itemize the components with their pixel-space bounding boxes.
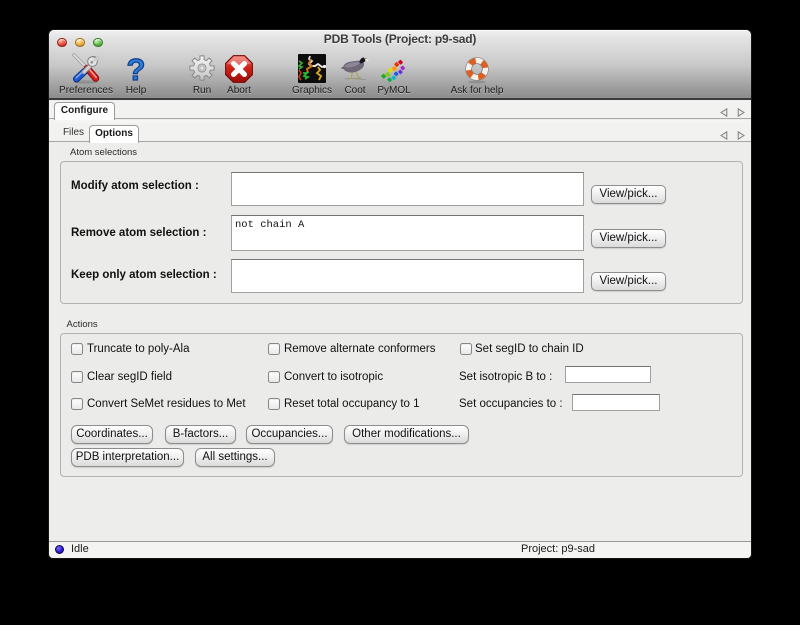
svg-text:?: ? xyxy=(127,53,146,85)
